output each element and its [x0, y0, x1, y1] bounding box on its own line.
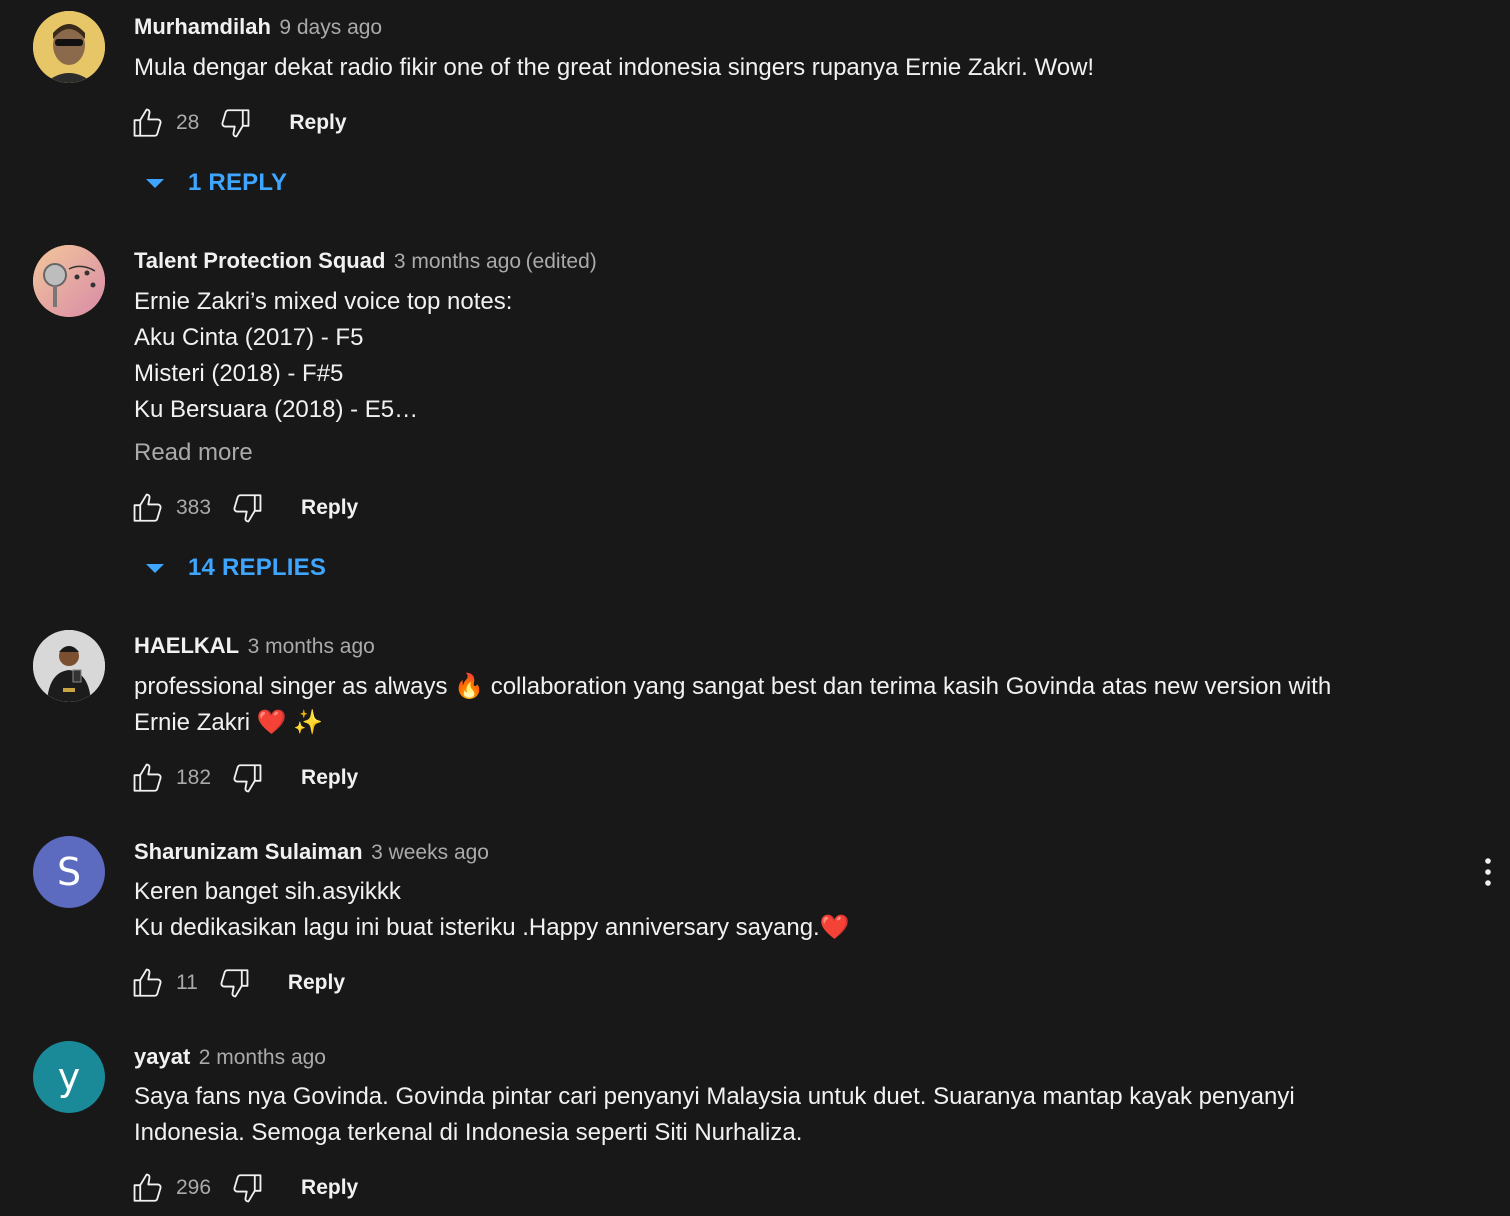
- like-count: 296: [176, 1176, 212, 1199]
- view-replies-button[interactable]: 1 REPLY: [140, 163, 287, 203]
- comment-text-line: Ku Bersuara (2018) - E5…: [134, 396, 419, 423]
- like-count: 11: [176, 971, 198, 994]
- author-name[interactable]: yayat: [134, 1044, 190, 1069]
- thumbs-up-icon[interactable]: [130, 965, 166, 1001]
- avatar-letter: S: [56, 850, 82, 894]
- replies-count-label: 14 REPLIES: [188, 554, 327, 581]
- comment-text: Mula dengar dekat radio fikir one of the…: [134, 50, 1434, 86]
- comment-actions: 28 Reply: [130, 103, 347, 143]
- reply-button[interactable]: Reply: [301, 496, 358, 520]
- view-replies-button[interactable]: 14 REPLIES: [140, 548, 326, 588]
- replies-count-label: 1 REPLY: [188, 169, 288, 196]
- reply-button[interactable]: Reply: [301, 1176, 358, 1200]
- comment-time[interactable]: 2 months ago: [199, 1046, 326, 1069]
- reply-button[interactable]: Reply: [301, 766, 358, 790]
- caret-down-icon: [140, 168, 170, 198]
- comment-text-line: Indonesia. Semoga terkenal di Indonesia …: [134, 1119, 803, 1146]
- reply-button[interactable]: Reply: [288, 971, 345, 995]
- thumbs-down-icon[interactable]: [216, 965, 252, 1001]
- more-vert-icon[interactable]: [1470, 852, 1506, 892]
- comment-text-line: Keren banget sih.asyikkk: [134, 878, 401, 905]
- author-name[interactable]: Murhamdilah: [134, 14, 271, 39]
- read-more-link[interactable]: Read more: [134, 439, 253, 467]
- caret-down-icon: [140, 553, 170, 583]
- comment-actions: 11 Reply: [130, 963, 345, 1003]
- comment-text: Keren banget sih.asyikkk Ku dedikasikan …: [134, 874, 1434, 946]
- avatar[interactable]: [33, 11, 105, 83]
- comment-actions: 182 Reply: [130, 758, 358, 798]
- avatar[interactable]: y: [33, 1041, 105, 1113]
- like-count: 383: [176, 496, 212, 519]
- thumbs-down-icon[interactable]: [229, 1170, 265, 1206]
- comment-text-line: Saya fans nya Govinda. Govinda pintar ca…: [134, 1083, 1295, 1110]
- thumbs-down-icon[interactable]: [229, 760, 265, 796]
- reply-button[interactable]: Reply: [289, 111, 346, 135]
- comment-time[interactable]: 3 weeks ago: [371, 841, 489, 864]
- thumbs-down-icon[interactable]: [217, 105, 253, 141]
- comment-text-line: Mula dengar dekat radio fikir one of the…: [134, 54, 1095, 81]
- thumbs-up-icon[interactable]: [130, 760, 166, 796]
- comment-header: Murhamdilah 9 days ago: [134, 14, 382, 40]
- comment-header: yayat 2 months ago: [134, 1044, 326, 1070]
- thumbs-up-icon[interactable]: [130, 490, 166, 526]
- comment-header: Sharunizam Sulaiman 3 weeks ago: [134, 839, 489, 865]
- comment-time[interactable]: 9 days ago: [279, 16, 382, 39]
- comment-time[interactable]: 3 months ago: [248, 635, 375, 658]
- comment-actions: 383 Reply: [130, 488, 358, 528]
- comment-text: Ernie Zakri’s mixed voice top notes: Aku…: [134, 284, 1434, 428]
- avatar[interactable]: [33, 245, 105, 317]
- avatar[interactable]: [33, 630, 105, 702]
- edited-label: (edited): [525, 250, 597, 273]
- thumbs-up-icon[interactable]: [130, 105, 166, 141]
- author-name[interactable]: Sharunizam Sulaiman: [134, 839, 363, 864]
- author-name[interactable]: HAELKAL: [134, 633, 239, 658]
- comment-text-line: professional singer as always 🔥 collabor…: [134, 673, 1332, 700]
- comment-header: Talent Protection Squad 3 months ago (ed…: [134, 248, 597, 274]
- comment-text: Saya fans nya Govinda. Govinda pintar ca…: [134, 1079, 1434, 1151]
- author-name[interactable]: Talent Protection Squad: [134, 248, 385, 273]
- like-count: 182: [176, 766, 212, 789]
- comment-text: professional singer as always 🔥 collabor…: [134, 669, 1434, 741]
- thumbs-down-icon[interactable]: [229, 490, 265, 526]
- comment-time[interactable]: 3 months ago: [394, 250, 521, 273]
- avatar-letter: y: [57, 1055, 81, 1099]
- comment-text-line: Ku dedikasikan lagu ini buat isteriku .H…: [134, 914, 850, 941]
- comment-text-line: Ernie Zakri ❤️ ✨: [134, 709, 324, 736]
- comment-actions: 296 Reply: [130, 1168, 358, 1208]
- like-count: 28: [176, 111, 200, 134]
- thumbs-up-icon[interactable]: [130, 1170, 166, 1206]
- comment-text-line: Ernie Zakri’s mixed voice top notes:: [134, 288, 513, 315]
- comment-text-line: Aku Cinta (2017) - F5: [134, 324, 364, 351]
- comment-header: HAELKAL 3 months ago: [134, 633, 375, 659]
- comment-text-line: Misteri (2018) - F#5: [134, 360, 344, 387]
- avatar[interactable]: S: [33, 836, 105, 908]
